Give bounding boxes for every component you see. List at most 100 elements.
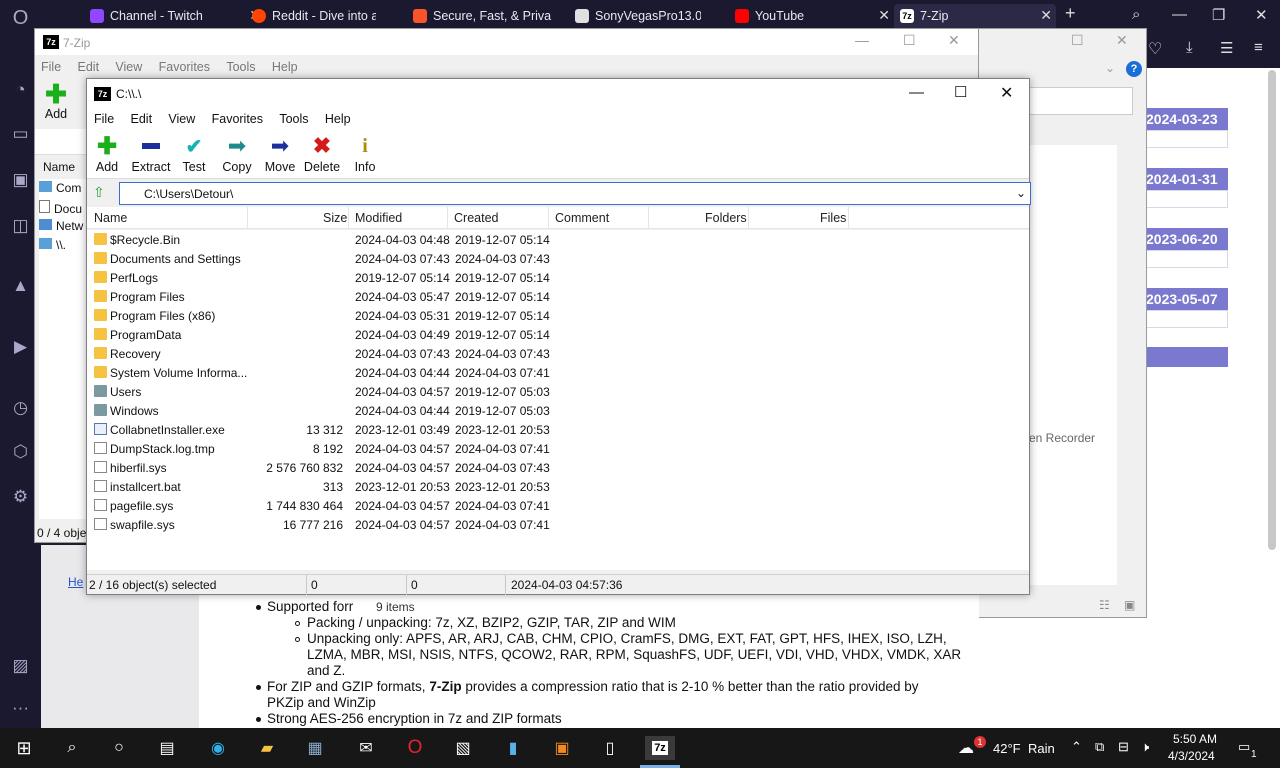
chevron-down-icon[interactable]: ⌄: [1105, 61, 1115, 75]
table-row[interactable]: Windows 2024-04-03 04:44 2019-12-07 05:03: [87, 401, 847, 420]
menu-favorites[interactable]: Favorites: [159, 60, 210, 74]
copy-button[interactable]: ➡ Copy: [214, 133, 260, 178]
col-files[interactable]: Files: [820, 211, 846, 225]
close-icon[interactable]: ✕: [1255, 6, 1268, 24]
clapper-icon[interactable]: ▧: [450, 736, 476, 760]
maximize-icon[interactable]: ☐: [954, 83, 967, 101]
tree-item[interactable]: Netw: [39, 219, 83, 233]
tab-reddit[interactable]: Reddit - Dive into an: [246, 4, 376, 28]
col-divider[interactable]: [548, 207, 549, 229]
table-row[interactable]: Documents and Settings 2024-04-03 07:43 20…: [87, 249, 847, 268]
restore-icon[interactable]: ❐: [1212, 6, 1225, 24]
menu-file[interactable]: File: [94, 112, 114, 126]
col-created[interactable]: Created: [454, 211, 498, 225]
table-row[interactable]: Recovery 2024-04-03 07:43 2024-04-03 07:43: [87, 344, 847, 363]
media-app-icon[interactable]: ▣: [549, 736, 575, 760]
table-row[interactable]: $Recycle.Bin 2024-04-03 04:48 2019-12-07 0…: [87, 230, 847, 249]
menu-view[interactable]: View: [168, 112, 195, 126]
menu-tools[interactable]: Tools: [279, 112, 308, 126]
clock-time[interactable]: 5:50 AM: [1173, 732, 1217, 746]
gallery-icon[interactable]: ▨: [0, 652, 41, 680]
close-icon[interactable]: ✕: [1116, 32, 1128, 49]
table-row[interactable]: swapfile.sys 16 777 216 2024-04-03 04:57 20…: [87, 515, 847, 534]
menu-help[interactable]: Help: [272, 60, 298, 74]
add-button[interactable]: ✚ Add: [84, 133, 130, 178]
device-icon[interactable]: ⧉: [1095, 739, 1104, 755]
col-divider[interactable]: [848, 207, 849, 229]
col-divider[interactable]: [447, 207, 448, 229]
maximize-icon[interactable]: ☐: [1071, 32, 1084, 49]
menu-edit[interactable]: Edit: [131, 112, 153, 126]
menu-favorites[interactable]: Favorites: [212, 112, 263, 126]
table-row[interactable]: pagefile.sys 1 744 830 464 2024-04-03 04:5…: [87, 496, 847, 515]
maximize-icon[interactable]: ☐: [903, 32, 916, 49]
clock-date[interactable]: 4/3/2024: [1168, 749, 1215, 763]
network-icon[interactable]: ⊟: [1118, 739, 1129, 755]
extract-button[interactable]: Extract: [128, 134, 174, 178]
search-icon[interactable]: ⌕: [59, 736, 85, 760]
task-view-icon[interactable]: ▤: [154, 736, 180, 760]
tab-brave[interactable]: Secure, Fast, & Priva: [407, 4, 555, 28]
weather-icon[interactable]: ☁: [958, 738, 974, 758]
scrollbar[interactable]: [1268, 70, 1276, 550]
new-tab-icon[interactable]: +: [1065, 3, 1076, 24]
volume-mute-icon[interactable]: 🕨: [1141, 739, 1149, 755]
weather-temp[interactable]: 42°F: [993, 741, 1021, 756]
help-icon[interactable]: ?: [1126, 61, 1142, 77]
table-row[interactable]: hiberfil.sys 2 576 760 832 2024-04-03 04:5…: [87, 458, 847, 477]
close-icon[interactable]: ✕: [948, 32, 960, 49]
7zip-main-window[interactable]: 7z C:\\.\ — ☐ ✕ File Edit View Favorites…: [84, 78, 1031, 595]
table-row[interactable]: Users 2024-04-03 04:57 2019-12-07 05:03: [87, 382, 847, 401]
col-divider[interactable]: [748, 207, 749, 229]
col-divider[interactable]: [348, 207, 349, 229]
col-divider[interactable]: [247, 207, 248, 229]
table-row[interactable]: ProgramData 2024-04-03 04:49 2019-12-07 05…: [87, 325, 847, 344]
address-input[interactable]: C:\Users\Detour\ ⌄: [119, 182, 1031, 205]
main-titlebar[interactable]: 7z C:\\.\ — ☐ ✕: [87, 79, 1029, 109]
close-tab-icon[interactable]: ✕: [878, 7, 889, 24]
file-explorer-icon[interactable]: ▰: [254, 736, 280, 760]
search-tabs-icon[interactable]: ⌕: [1132, 6, 1140, 23]
edge-icon[interactable]: ◉: [205, 736, 231, 760]
up-folder-icon[interactable]: ⇧: [93, 184, 105, 201]
col-folders[interactable]: Folders: [705, 211, 747, 225]
store-icon[interactable]: ▦: [302, 736, 328, 760]
notification-icon[interactable]: ▭: [1238, 739, 1250, 755]
tree-item[interactable]: Com: [39, 181, 81, 195]
menu-help[interactable]: Help: [325, 112, 351, 126]
table-row[interactable]: DumpStack.log.tmp 8 192 2024-04-03 04:57 20…: [87, 439, 847, 458]
col-modified[interactable]: Modified: [355, 211, 402, 225]
move-button[interactable]: ➡ Move: [257, 133, 303, 178]
details-view-icon[interactable]: ☷: [1099, 598, 1110, 612]
mail-icon[interactable]: ✉: [353, 736, 379, 760]
easy-setup-icon[interactable]: ☰: [1220, 39, 1233, 57]
cortana-icon[interactable]: ○: [106, 736, 132, 760]
7zip-taskbar-icon[interactable]: 7z: [645, 736, 675, 760]
large-icons-view-icon[interactable]: ▣: [1124, 598, 1135, 612]
col-name[interactable]: Name: [94, 211, 127, 225]
more-icon[interactable]: ···: [0, 694, 41, 722]
table-row[interactable]: Program Files 2024-04-03 05:47 2019-12-07 …: [87, 287, 847, 306]
close-tab-icon[interactable]: ✕: [1040, 7, 1052, 24]
menu-file[interactable]: File: [41, 60, 61, 74]
table-row[interactable]: CollabnetInstaller.exe 13 312 2023-12-01 0…: [87, 420, 847, 439]
bg-add-button[interactable]: ✚ Add: [41, 81, 71, 121]
bg-input-box[interactable]: [1029, 87, 1133, 115]
app-icon[interactable]: ▮: [500, 736, 526, 760]
start-windows-icon[interactable]: ⊞: [11, 736, 37, 760]
chevron-up-icon[interactable]: ⌃: [1071, 739, 1082, 755]
weather-text[interactable]: Rain: [1028, 741, 1055, 756]
tree-item[interactable]: \\.: [39, 238, 66, 252]
minimize-icon[interactable]: —: [1172, 6, 1187, 23]
heart-icon[interactable]: ♡: [1148, 39, 1162, 59]
help-link[interactable]: He: [68, 575, 83, 589]
table-row[interactable]: PerfLogs 2019-12-07 05:14 2019-12-07 05:14: [87, 268, 847, 287]
test-button[interactable]: ✔ Test: [171, 134, 217, 178]
minimize-icon[interactable]: —: [909, 84, 924, 101]
minimize-icon[interactable]: —: [855, 32, 869, 48]
table-row[interactable]: installcert.bat 313 2023-12-01 20:53 2023-1…: [87, 477, 847, 496]
info-button[interactable]: i Info: [342, 134, 388, 178]
tab-7zip[interactable]: 7z 7-Zip ✕: [894, 4, 1056, 28]
notepad-icon[interactable]: ▯: [597, 736, 623, 760]
chevron-down-icon[interactable]: ⌄: [1016, 186, 1026, 200]
